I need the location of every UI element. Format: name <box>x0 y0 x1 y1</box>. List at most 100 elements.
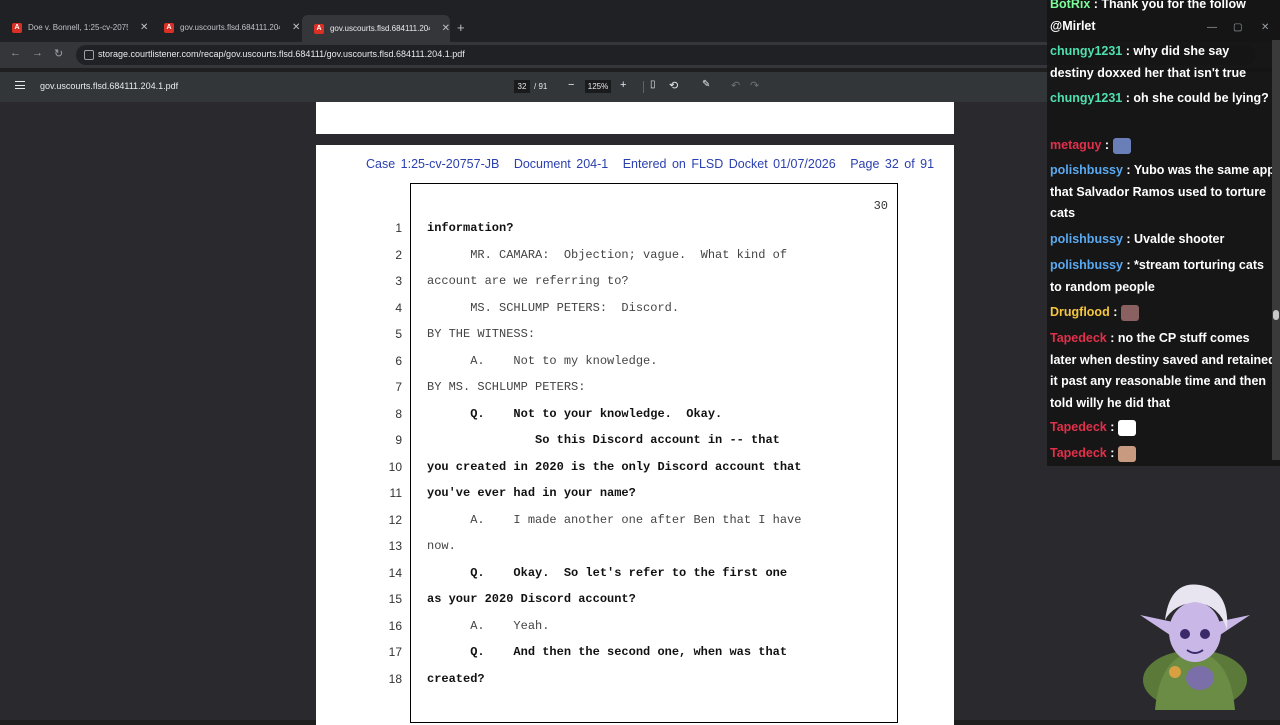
browser-tab-1[interactable]: A Doe v. Bonnell, 1:25-cv-20757 - ✕ <box>0 17 152 38</box>
reload-icon[interactable]: ↻ <box>54 47 63 60</box>
line-text: information? <box>427 221 514 235</box>
redo-icon[interactable]: ↷ <box>750 79 759 92</box>
close-window-icon[interactable]: ✕ <box>1261 22 1269 33</box>
fit-page-icon[interactable]: ▯ <box>650 79 656 90</box>
line-text: A. I made another one after Ben that I h… <box>427 512 802 527</box>
maximize-icon[interactable]: ▢ <box>1233 22 1242 33</box>
chat-separator: : <box>1109 305 1121 319</box>
line-number: 9 <box>395 433 402 447</box>
undo-icon[interactable]: ↶ <box>731 79 740 92</box>
line-number: 17 <box>388 645 402 659</box>
transcript-line: 9 So this Discord account in -- that <box>316 433 916 453</box>
page-of: Page 32 of 91 <box>850 157 935 171</box>
line-text: MR. CAMARA: Objection; vague. What kind … <box>427 247 788 262</box>
line-number: 4 <box>395 300 402 315</box>
chat-message: chungy1231 : oh she could be lying? <box>1050 88 1276 110</box>
chat-text: oh she could be lying? <box>1133 91 1269 105</box>
browser-tab-2[interactable]: A gov.uscourts.flsd.684111.204.0. ✕ <box>152 17 302 38</box>
line-number: 2 <box>395 247 402 262</box>
line-text: account are we referring to? <box>427 274 629 288</box>
line-text: Q. Okay. So let's refer to the first one <box>427 565 788 580</box>
line-text: So this Discord account in -- that <box>427 433 780 447</box>
pdf-filename: gov.uscourts.flsd.684111.204.1.pdf <box>40 81 179 91</box>
chat-username[interactable]: metaguy <box>1050 138 1101 152</box>
chat-message: polishbussy : Yubo was the same app that… <box>1050 160 1276 225</box>
rotate-icon[interactable]: ⟲ <box>669 79 678 92</box>
chat-username[interactable]: Tapedeck <box>1050 420 1107 434</box>
close-icon[interactable]: ✕ <box>292 22 300 33</box>
line-text: you created in 2020 is the only Discord … <box>427 459 802 474</box>
chat-username[interactable]: polishbussy <box>1050 163 1123 177</box>
chat-scrollbar[interactable] <box>1272 40 1280 460</box>
zoom-out-icon[interactable]: − <box>568 79 574 91</box>
page-number-input[interactable]: 32 <box>514 80 530 93</box>
transcript-line: 13 now. <box>316 539 916 559</box>
line-number: 7 <box>395 380 402 394</box>
tab-title: gov.uscourts.flsd.684111.204.1. <box>329 24 430 33</box>
chat-emote-icon <box>1117 419 1136 436</box>
chat-username[interactable]: Tapedeck <box>1050 446 1107 460</box>
annotate-icon[interactable]: ✎ <box>702 79 710 90</box>
chat-username[interactable]: BotRix <box>1050 0 1090 11</box>
chat-overlay: BotRix : Thank you for the follow @Mirle… <box>1047 0 1280 466</box>
line-number: 10 <box>388 459 402 474</box>
forward-icon[interactable]: → <box>32 47 43 59</box>
line-text: as your 2020 Discord account? <box>427 592 636 606</box>
transcript-line: 8 Q. Not to your knowledge. Okay. <box>316 407 916 427</box>
case-number: Case 1:25-cv-20757-JB <box>366 157 500 171</box>
line-number: 1 <box>395 221 402 235</box>
line-text: BY MS. SCHLUMP PETERS: <box>427 380 586 394</box>
back-icon[interactable]: ← <box>10 47 21 59</box>
chat-text: Uvalde shooter <box>1134 232 1225 246</box>
chat-separator: : <box>1122 163 1134 177</box>
line-number: 5 <box>395 327 402 341</box>
transcript-line: 11 you've ever had in your name? <box>316 486 916 506</box>
chat-separator: : <box>1106 331 1118 345</box>
new-tab-icon[interactable]: + <box>457 20 465 35</box>
url-text: storage.courtlistener.com/recap/gov.usco… <box>98 49 465 59</box>
close-icon[interactable]: ✕ <box>442 23 450 34</box>
chat-message: polishbussy : *stream torturing cats to … <box>1050 255 1276 298</box>
transcript-line: 10 you created in 2020 is the only Discor… <box>316 460 916 480</box>
chat-message: Tapedeck : <box>1050 443 1276 465</box>
line-number: 14 <box>388 565 402 580</box>
scroll-thumb[interactable] <box>1273 310 1279 320</box>
chat-message: metaguy : <box>1050 135 1276 157</box>
chat-username[interactable]: polishbussy <box>1050 232 1123 246</box>
close-icon[interactable]: ✕ <box>140 22 148 33</box>
line-text: created? <box>427 671 485 686</box>
transcript-line: 6 A. Not to my knowledge. <box>316 354 916 374</box>
chat-username[interactable]: chungy1231 <box>1050 91 1122 105</box>
chat-username[interactable]: polishbussy <box>1050 258 1123 272</box>
chat-separator: : <box>1106 446 1118 460</box>
chat-username[interactable]: Drugflood <box>1050 305 1110 319</box>
toolbar-divider <box>643 81 644 93</box>
chat-separator: : <box>1090 0 1102 11</box>
chat-emote-icon <box>1117 445 1136 462</box>
site-info-icon[interactable] <box>84 50 94 60</box>
transcript-line: 15 as your 2020 Discord account? <box>316 592 916 612</box>
menu-icon[interactable] <box>15 81 25 89</box>
transcript-line: 2 MR. CAMARA: Objection; vague. What kin… <box>316 248 916 268</box>
page-total: / 91 <box>534 82 548 91</box>
zoom-in-icon[interactable]: + <box>620 79 626 91</box>
chat-username[interactable]: Tapedeck <box>1050 331 1107 345</box>
line-text: BY THE WITNESS: <box>427 327 536 341</box>
line-number: 3 <box>395 274 402 288</box>
line-number: 15 <box>388 592 402 606</box>
docket-entry: Entered on FLSD Docket 01/07/2026 <box>622 157 836 171</box>
line-text: A. Yeah. <box>427 618 550 633</box>
line-text: MS. SCHLUMP PETERS: Discord. <box>427 300 680 315</box>
minimize-icon[interactable]: — <box>1207 22 1217 33</box>
transcript-line: 17 Q. And then the second one, when was … <box>316 645 916 665</box>
line-text: Q. And then the second one, when was tha… <box>427 645 788 659</box>
chat-message: chungy1231 : why did she say destiny dox… <box>1050 41 1276 84</box>
chat-separator: : <box>1122 44 1134 58</box>
tab-title: gov.uscourts.flsd.684111.204.0. <box>180 23 280 32</box>
transcript-page-number: 30 <box>873 199 888 213</box>
chat-username[interactable]: chungy1231 <box>1050 44 1122 58</box>
line-number: 12 <box>388 512 402 527</box>
tab-title: Doe v. Bonnell, 1:25-cv-20757 - <box>28 23 128 32</box>
browser-tab-3[interactable]: A gov.uscourts.flsd.684111.204.1. ✕ <box>302 15 450 42</box>
zoom-input[interactable]: 125% <box>585 80 611 93</box>
